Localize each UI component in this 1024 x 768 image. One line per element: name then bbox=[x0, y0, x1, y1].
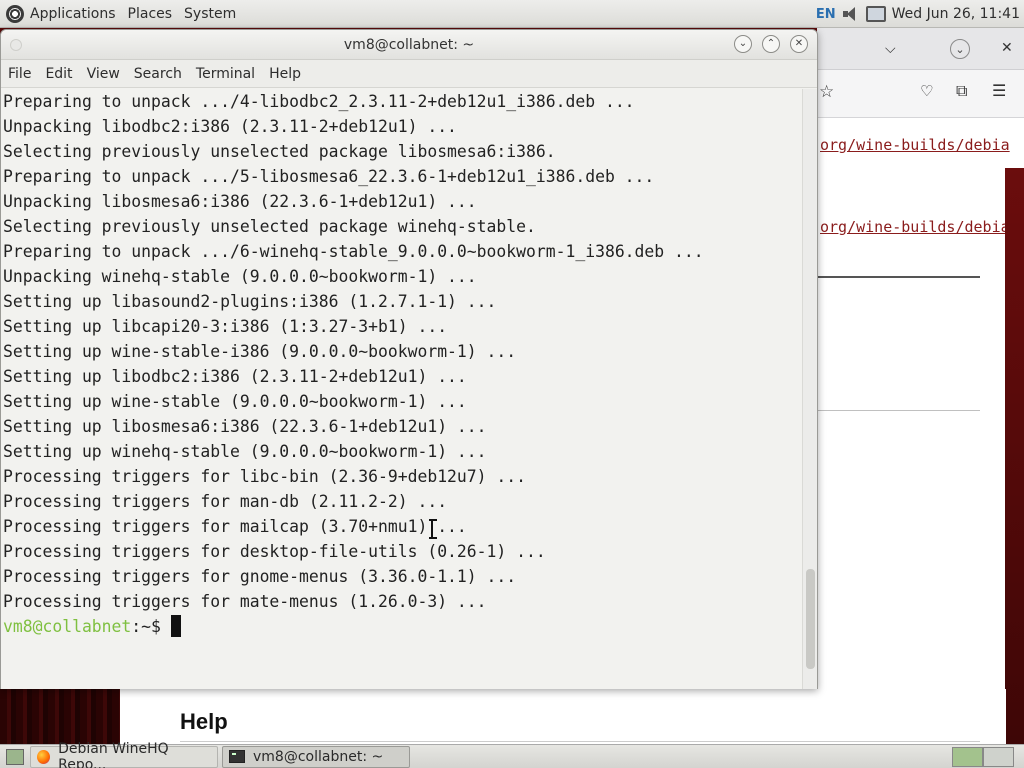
browser-tabbar: ⌵ ⌄ ✕ bbox=[817, 28, 1024, 70]
output-line: Processing triggers for gnome-menus (3.3… bbox=[3, 567, 517, 586]
output-line: Preparing to unpack .../6-winehq-stable_… bbox=[3, 242, 704, 261]
close-icon[interactable]: ✕ bbox=[1001, 41, 1013, 55]
divider bbox=[817, 410, 980, 411]
output-line: Unpacking libosmesa6:i386 (22.3.6-1+deb1… bbox=[3, 192, 477, 211]
browser-window: ⌵ ⌄ ✕ ☆ ♡ ⧉ ☰ org/wine-builds/debia org/… bbox=[817, 28, 1024, 744]
browser-page-bottom: Help bbox=[120, 689, 1006, 744]
menu-terminal[interactable]: Terminal bbox=[196, 66, 255, 82]
minimize-button[interactable]: ⌄ bbox=[950, 39, 970, 59]
menu-icon[interactable]: ☰ bbox=[992, 83, 1006, 99]
scrollbar-thumb[interactable] bbox=[806, 569, 815, 669]
output-line: Selecting previously unselected package … bbox=[3, 142, 556, 161]
show-desktop-icon[interactable] bbox=[6, 748, 24, 765]
terminal-window: vm8@collabnet: ~ ⌄ ⌃ ✕ File Edit View Se… bbox=[0, 29, 818, 689]
menu-search[interactable]: Search bbox=[134, 66, 182, 82]
wine-builds-link[interactable]: org/wine-builds/debia bbox=[820, 218, 1010, 236]
maximize-button[interactable]: ⌃ bbox=[762, 35, 780, 53]
page-background-strip bbox=[1005, 168, 1024, 744]
wine-builds-link[interactable]: org/wine-builds/debia bbox=[820, 136, 1010, 154]
task-label: Debian WineHQ Repo... bbox=[58, 740, 169, 768]
terminal-icon bbox=[229, 750, 245, 763]
workspace-1[interactable] bbox=[952, 747, 983, 767]
keyboard-layout-indicator[interactable]: EN bbox=[816, 7, 836, 22]
output-line: Setting up libodbc2:i386 (2.3.11-2+deb12… bbox=[3, 367, 467, 386]
output-line: Preparing to unpack .../4-libodbc2_2.3.1… bbox=[3, 92, 635, 111]
output-line: Setting up libasound2-plugins:i386 (1.2.… bbox=[3, 292, 497, 311]
output-line: Setting up wine-stable (9.0.0.0~bookworm… bbox=[3, 392, 467, 411]
workspace-2[interactable] bbox=[983, 747, 1014, 767]
volume-icon[interactable] bbox=[842, 6, 860, 22]
extensions-icon[interactable]: ⧉ bbox=[956, 83, 967, 99]
terminal-titlebar[interactable]: vm8@collabnet: ~ ⌄ ⌃ ✕ bbox=[1, 30, 817, 60]
output-line: Setting up winehq-stable (9.0.0.0~bookwo… bbox=[3, 442, 487, 461]
prompt-path: :~$ bbox=[131, 617, 161, 636]
menu-view[interactable]: View bbox=[87, 66, 120, 82]
terminal-menubar: File Edit View Search Terminal Help bbox=[1, 60, 817, 88]
applications-menu[interactable]: Applications bbox=[30, 6, 116, 22]
places-menu[interactable]: Places bbox=[128, 6, 173, 22]
system-menu[interactable]: System bbox=[184, 6, 236, 22]
output-line: Processing triggers for desktop-file-uti… bbox=[3, 542, 546, 561]
output-line: Unpacking libodbc2:i386 (2.3.11-2+deb12u… bbox=[3, 117, 457, 136]
bookmark-star-icon[interactable]: ☆ bbox=[819, 84, 834, 101]
terminal-scrollbar[interactable] bbox=[802, 89, 817, 689]
ibeam-cursor-icon bbox=[429, 519, 437, 539]
system-tray: EN Wed Jun 26, 11:41 bbox=[816, 0, 1020, 28]
network-icon[interactable] bbox=[865, 6, 886, 22]
debian-logo-icon[interactable] bbox=[6, 4, 24, 23]
output-line: Processing triggers for man-db (2.11.2-2… bbox=[3, 492, 448, 511]
firefox-icon bbox=[37, 749, 51, 764]
browser-page: org/wine-builds/debia org/wine-builds/de… bbox=[817, 118, 1010, 744]
output-line: Setting up libosmesa6:i386 (22.3.6-1+deb… bbox=[3, 417, 487, 436]
help-heading: Help bbox=[180, 709, 228, 734]
browser-toolbar: ☆ ♡ ⧉ ☰ bbox=[817, 70, 1024, 118]
terminal-cursor bbox=[170, 615, 181, 637]
menu-edit[interactable]: Edit bbox=[45, 66, 72, 82]
top-panel: Applications Places System EN Wed Jun 26… bbox=[0, 0, 1024, 28]
output-line: Unpacking winehq-stable (9.0.0.0~bookwor… bbox=[3, 267, 477, 286]
terminal-output[interactable]: Preparing to unpack .../4-libodbc2_2.3.1… bbox=[1, 89, 803, 689]
output-line: Selecting previously unselected package … bbox=[3, 217, 536, 236]
window-menu-icon[interactable] bbox=[10, 39, 22, 51]
task-terminal[interactable]: vm8@collabnet: ~ bbox=[222, 745, 410, 768]
output-line: Preparing to unpack .../5-libosmesa6_22.… bbox=[3, 167, 655, 186]
divider bbox=[817, 276, 980, 278]
workspace-switcher[interactable] bbox=[952, 747, 1014, 767]
close-button[interactable]: ✕ bbox=[790, 35, 808, 53]
output-line: Setting up wine-stable-i386 (9.0.0.0~boo… bbox=[3, 342, 517, 361]
output-line: Processing triggers for mate-menus (1.26… bbox=[3, 592, 487, 611]
desktop-background bbox=[0, 689, 120, 744]
divider bbox=[180, 741, 980, 742]
task-firefox[interactable]: Debian WineHQ Repo... bbox=[30, 741, 218, 768]
output-line: Processing triggers for mailcap (3.70+nm… bbox=[3, 517, 467, 536]
clock[interactable]: Wed Jun 26, 11:41 bbox=[892, 6, 1020, 22]
chevron-down-icon[interactable]: ⌵ bbox=[885, 42, 896, 56]
output-line: Setting up libcapi20-3:i386 (1:3.27-3+b1… bbox=[3, 317, 448, 336]
task-label: vm8@collabnet: ~ bbox=[253, 748, 384, 765]
output-line: Processing triggers for libc-bin (2.36-9… bbox=[3, 467, 527, 486]
menu-help[interactable]: Help bbox=[269, 66, 301, 82]
minimize-button[interactable]: ⌄ bbox=[734, 35, 752, 53]
window-title: vm8@collabnet: ~ bbox=[343, 37, 475, 53]
prompt-user: vm8@collabnet bbox=[3, 617, 132, 636]
menu-file[interactable]: File bbox=[8, 66, 31, 82]
bottom-taskbar: Debian WineHQ Repo... vm8@collabnet: ~ bbox=[0, 741, 1024, 768]
pocket-icon[interactable]: ♡ bbox=[920, 84, 933, 99]
